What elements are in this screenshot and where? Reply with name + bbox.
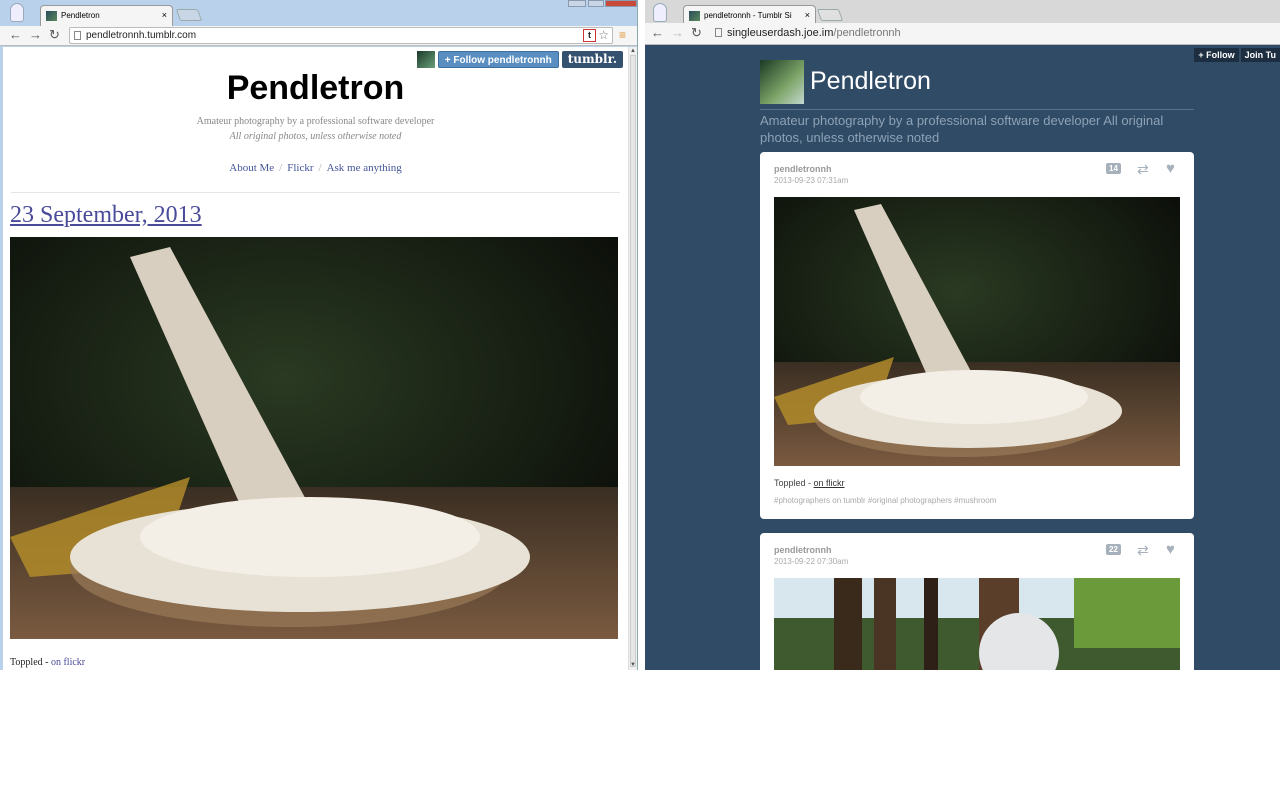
post-caption: Toppled - on flickr xyxy=(774,478,845,488)
nav-separator: / xyxy=(318,162,322,174)
left-browser-window: Pendletron × ← → ↻ pendletronnh.tumblr.c… xyxy=(0,0,638,670)
nav-ask-link[interactable]: Ask me anything xyxy=(327,162,402,174)
notes-count-badge[interactable]: 22 xyxy=(1106,544,1121,555)
nav-about-link[interactable]: About Me xyxy=(229,162,274,174)
minimize-button[interactable] xyxy=(568,0,586,7)
post-card: pendletronnh 2013-09-22 07:30am 22 ⇄ ♥ xyxy=(760,533,1194,670)
post-timestamp: 2013-09-22 07:30am xyxy=(774,557,849,566)
close-window-button[interactable] xyxy=(605,0,637,7)
caption-text: Toppled - xyxy=(774,478,814,488)
favicon-icon xyxy=(46,11,57,21)
post-date-link[interactable]: 23 September, 2013 xyxy=(10,202,202,229)
join-button[interactable]: Join Tu xyxy=(1240,48,1280,62)
scrollbar[interactable]: ▲ ▼ xyxy=(628,47,637,670)
tab-strip: Pendletron × xyxy=(0,0,637,26)
top-buttons: + Follow Join Tu xyxy=(1194,48,1280,62)
maximize-button[interactable] xyxy=(588,0,604,7)
follow-button[interactable]: + Follow xyxy=(1194,48,1239,62)
tab-title: pendletronnh - Tumblr Si xyxy=(704,11,792,20)
address-bar[interactable]: singleuserdash.joe.im/pendletronnh xyxy=(711,25,1280,42)
heart-icon[interactable]: ♥ xyxy=(1166,541,1175,558)
profile-icon[interactable] xyxy=(653,3,667,22)
close-tab-icon[interactable]: × xyxy=(162,10,167,20)
browser-toolbar: ← → ↻ pendletronnh.tumblr.com t ☆ ≡ xyxy=(0,26,637,46)
page-content: + Follow pendletronnh tumblr. Pendletron… xyxy=(3,47,628,670)
divider xyxy=(11,192,620,193)
scrollbar-thumb[interactable] xyxy=(630,55,636,667)
tumblr-icon[interactable]: t xyxy=(583,29,596,42)
forest-photo xyxy=(774,578,1180,670)
back-icon[interactable]: ← xyxy=(9,28,22,42)
flickr-link[interactable]: on flickr xyxy=(814,478,845,488)
nav-flickr-link[interactable]: Flickr xyxy=(287,162,313,174)
avatar[interactable] xyxy=(760,60,804,104)
url-path: /pendletronnh xyxy=(833,27,901,39)
flickr-link[interactable]: on flickr xyxy=(51,657,85,668)
browser-toolbar: ← → ↻ singleuserdash.joe.im/pendletronnh xyxy=(645,23,1280,45)
tumblr-logo-button[interactable]: tumblr. xyxy=(561,51,623,68)
mushroom-photo xyxy=(10,237,618,639)
star-icon[interactable]: ☆ xyxy=(598,28,609,42)
mushroom-photo xyxy=(774,197,1180,466)
profile-icon[interactable] xyxy=(10,3,24,22)
new-tab-button[interactable] xyxy=(816,9,844,21)
blog-description: Amateur photography by a professional so… xyxy=(760,113,1164,145)
menu-icon[interactable]: ≡ xyxy=(619,28,626,42)
close-tab-icon[interactable]: × xyxy=(805,10,810,20)
post-photo[interactable] xyxy=(774,197,1180,466)
reload-icon[interactable]: ↻ xyxy=(49,28,60,42)
blog-title[interactable]: Pendletron xyxy=(3,69,628,108)
reblog-icon[interactable]: ⇄ xyxy=(1137,542,1149,559)
nav-separator: / xyxy=(279,162,283,174)
back-icon[interactable]: ← xyxy=(651,26,664,40)
tumblr-controls: + Follow pendletronnh tumblr. xyxy=(416,51,623,68)
url-text: pendletronnh.tumblr.com xyxy=(86,30,197,41)
post-photo[interactable] xyxy=(774,578,1180,670)
new-tab-button[interactable] xyxy=(175,9,203,21)
url-host: singleuserdash.joe.im xyxy=(727,27,834,39)
notes-count-badge[interactable]: 14 xyxy=(1106,163,1121,174)
reload-icon[interactable]: ↻ xyxy=(691,26,702,40)
heart-icon[interactable]: ♥ xyxy=(1166,160,1175,177)
blog-description: Amateur photography by a professional so… xyxy=(196,116,435,127)
reblog-icon[interactable]: ⇄ xyxy=(1137,161,1149,178)
address-bar[interactable]: pendletronnh.tumblr.com t ☆ xyxy=(69,27,613,44)
post-timestamp: 2013-09-23 07:31am xyxy=(774,176,849,185)
scroll-up-icon[interactable]: ▲ xyxy=(630,48,636,54)
post-tags[interactable]: #photographers on tumblr #original photo… xyxy=(774,496,996,505)
blog-nav: About Me / Flickr / Ask me anything xyxy=(3,162,628,174)
forward-icon[interactable]: → xyxy=(29,28,42,42)
post-username[interactable]: pendletronnh xyxy=(774,164,832,174)
post-caption: Toppled - on flickr xyxy=(10,657,85,668)
follow-button[interactable]: + Follow pendletronnh xyxy=(437,51,559,68)
divider xyxy=(760,109,1194,110)
avatar[interactable] xyxy=(416,51,435,68)
blog-subdescription: All original photos, unless otherwise no… xyxy=(229,131,402,142)
post-card: pendletronnh 2013-09-23 07:31am 14 ⇄ ♥ T… xyxy=(760,152,1194,519)
post-photo[interactable] xyxy=(10,237,618,639)
tab-title: Pendletron xyxy=(61,11,100,20)
forward-icon[interactable]: → xyxy=(671,26,684,40)
page-icon xyxy=(74,31,81,40)
blog-title[interactable]: Pendletron xyxy=(810,67,931,96)
page-icon xyxy=(715,28,722,37)
tab-pendletron[interactable]: Pendletron × xyxy=(40,5,173,26)
post-username[interactable]: pendletronnh xyxy=(774,545,832,555)
scroll-down-icon[interactable]: ▼ xyxy=(630,662,636,668)
favicon-icon xyxy=(689,11,700,21)
right-browser-window: pendletronnh - Tumblr Si × ← → ↻ singleu… xyxy=(645,0,1280,670)
dashboard-content: + Follow Join Tu Pendletron Amateur phot… xyxy=(645,45,1280,670)
caption-text: Toppled - xyxy=(10,657,51,668)
